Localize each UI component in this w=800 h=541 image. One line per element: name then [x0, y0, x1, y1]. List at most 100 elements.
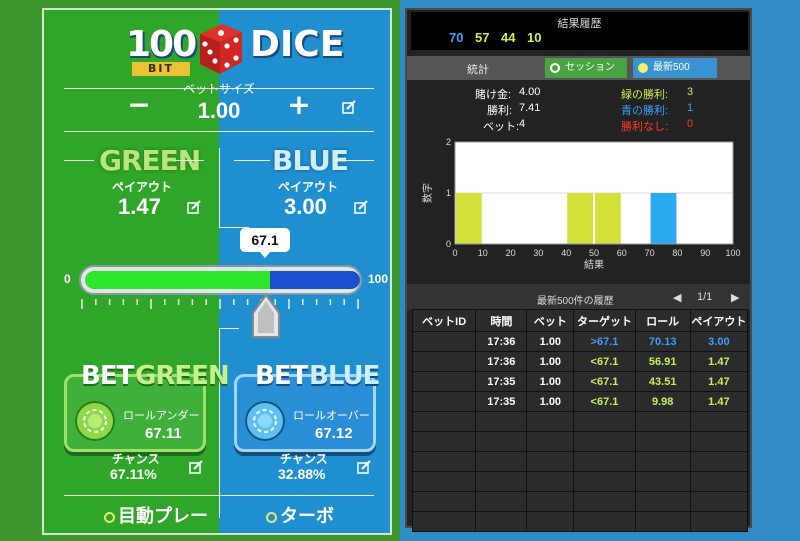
- x-axis-label: 結果: [584, 258, 604, 271]
- table-cell: [573, 451, 636, 472]
- x-tick-label: 70: [645, 248, 655, 258]
- bet-decrease-button[interactable]: −: [124, 90, 154, 120]
- x-tick-label: 30: [533, 248, 543, 258]
- x-tick-label: 60: [617, 248, 627, 258]
- profit-label: 勝利:: [487, 105, 513, 117]
- logo-badge: BIT: [132, 62, 190, 76]
- stats-label: 統計: [467, 64, 489, 76]
- divider-line: [234, 160, 270, 161]
- table-cell: 1.00: [526, 331, 575, 352]
- column-header: ベットID: [411, 309, 477, 332]
- x-tick-label: 0: [452, 248, 457, 258]
- next-page-icon[interactable]: ▶: [731, 291, 739, 304]
- table-row-empty: [411, 491, 749, 512]
- x-tick-label: 50: [589, 248, 599, 258]
- history-number: 44: [501, 30, 516, 45]
- bubble-pointer: [259, 251, 271, 258]
- green-chance-label: チャンス: [112, 452, 160, 466]
- table-cell: [411, 451, 477, 472]
- table-cell: 1.47: [689, 351, 749, 372]
- table-cell: 1.00: [526, 391, 575, 412]
- history-number: 57: [475, 30, 490, 45]
- blue-wins-label: 青の勝利:: [621, 105, 669, 117]
- radio-icon: [266, 511, 277, 523]
- table-cell: <67.1: [573, 351, 636, 372]
- history-number: 70: [449, 30, 464, 45]
- tab-session[interactable]: セッション: [545, 58, 627, 78]
- table-cell: [475, 491, 528, 512]
- bet-size-label: ベットサイズ: [183, 82, 255, 96]
- edit-green-payout-icon[interactable]: [187, 200, 201, 214]
- table-cell: 70.13: [634, 331, 691, 352]
- table-cell: [411, 411, 477, 432]
- edit-green-chance-icon[interactable]: [189, 460, 203, 474]
- bet-green-title-color: GREEN: [135, 361, 230, 391]
- prev-page-icon[interactable]: ◀: [673, 291, 681, 304]
- radio-selected-icon: [638, 63, 648, 73]
- histogram-bar: [650, 193, 677, 244]
- blue-chance-label: チャンス: [280, 452, 328, 466]
- table-cell: <67.1: [573, 391, 636, 412]
- table-cell: 9.98: [634, 391, 691, 412]
- table-cell: [634, 411, 691, 432]
- table-row-empty: [411, 451, 749, 472]
- table-cell: [634, 431, 691, 452]
- table-cell: [526, 451, 575, 472]
- blue-payout-value: 3.00: [284, 194, 327, 219]
- table-cell: [475, 431, 528, 452]
- target-value-bubble: 67.1: [240, 228, 290, 252]
- divider-line: [64, 160, 94, 161]
- green-payout-label: ペイアウト: [112, 180, 173, 194]
- bet-increase-button[interactable]: +: [284, 90, 314, 120]
- target-slider[interactable]: [79, 265, 362, 295]
- slider-min-label: 0: [64, 272, 71, 286]
- table-row-empty: [411, 411, 749, 432]
- edit-blue-payout-icon[interactable]: [354, 200, 368, 214]
- green-chance-value: 67.11%: [110, 466, 157, 482]
- x-tick-label: 80: [672, 248, 682, 258]
- table-cell: 1.00: [526, 351, 575, 372]
- slider-handle[interactable]: [249, 293, 283, 345]
- table-cell: 56.91: [634, 351, 691, 372]
- table-cell: [526, 431, 575, 452]
- divider-line: [219, 328, 239, 329]
- table-cell: [411, 391, 477, 412]
- x-tick-label: 10: [478, 248, 488, 258]
- table-cell: 17:36: [475, 351, 528, 372]
- roll-under-value: 67.11: [145, 425, 182, 442]
- table-cell: [411, 511, 477, 532]
- page-indicator: 1/1: [697, 291, 713, 303]
- table-cell: [411, 371, 477, 392]
- bet-blue-button[interactable]: BET BLUE ロールオーバー 67.12: [234, 361, 380, 452]
- blue-chance-value: 32.88%: [278, 466, 326, 482]
- table-cell: 1.00: [526, 371, 575, 392]
- edit-blue-chance-icon[interactable]: [357, 460, 371, 474]
- logo-number: 100: [126, 24, 197, 65]
- green-chip-icon: [75, 401, 115, 441]
- bet-amount-label: 賭け金:: [475, 89, 512, 101]
- table-cell: [634, 491, 691, 512]
- profit-value: 7.41: [519, 102, 541, 114]
- turbo-toggle[interactable]: ターボ: [266, 502, 334, 528]
- column-header: ペイアウト: [689, 309, 749, 332]
- table-cell: 1.47: [689, 371, 749, 392]
- bet-blue-title-color: BLUE: [309, 361, 380, 391]
- tab-latest-500[interactable]: 最新500: [633, 58, 717, 78]
- x-tick-label: 40: [561, 248, 571, 258]
- y-tick-label: 2: [446, 137, 451, 147]
- bet-green-button[interactable]: BET GREEN ロールアンダー 67.11: [64, 361, 230, 452]
- tab-session-label: セッション: [565, 62, 615, 73]
- blue-chip-icon: [245, 401, 285, 441]
- bet-size-value[interactable]: 1.00: [169, 98, 269, 124]
- divider-line: [219, 328, 220, 518]
- histogram-bar: [567, 193, 593, 244]
- bet-blue-title-prefix: BET: [255, 361, 308, 391]
- divider-line: [64, 131, 374, 132]
- roll-over-value: 67.12: [315, 425, 353, 442]
- slider-blue-fill: [269, 271, 360, 289]
- edit-bet-size-icon[interactable]: [342, 100, 356, 114]
- divider-line: [219, 148, 220, 228]
- radio-icon: [550, 63, 560, 73]
- slider-ticks: [81, 299, 359, 309]
- auto-play-toggle[interactable]: 目動プレー: [104, 502, 208, 528]
